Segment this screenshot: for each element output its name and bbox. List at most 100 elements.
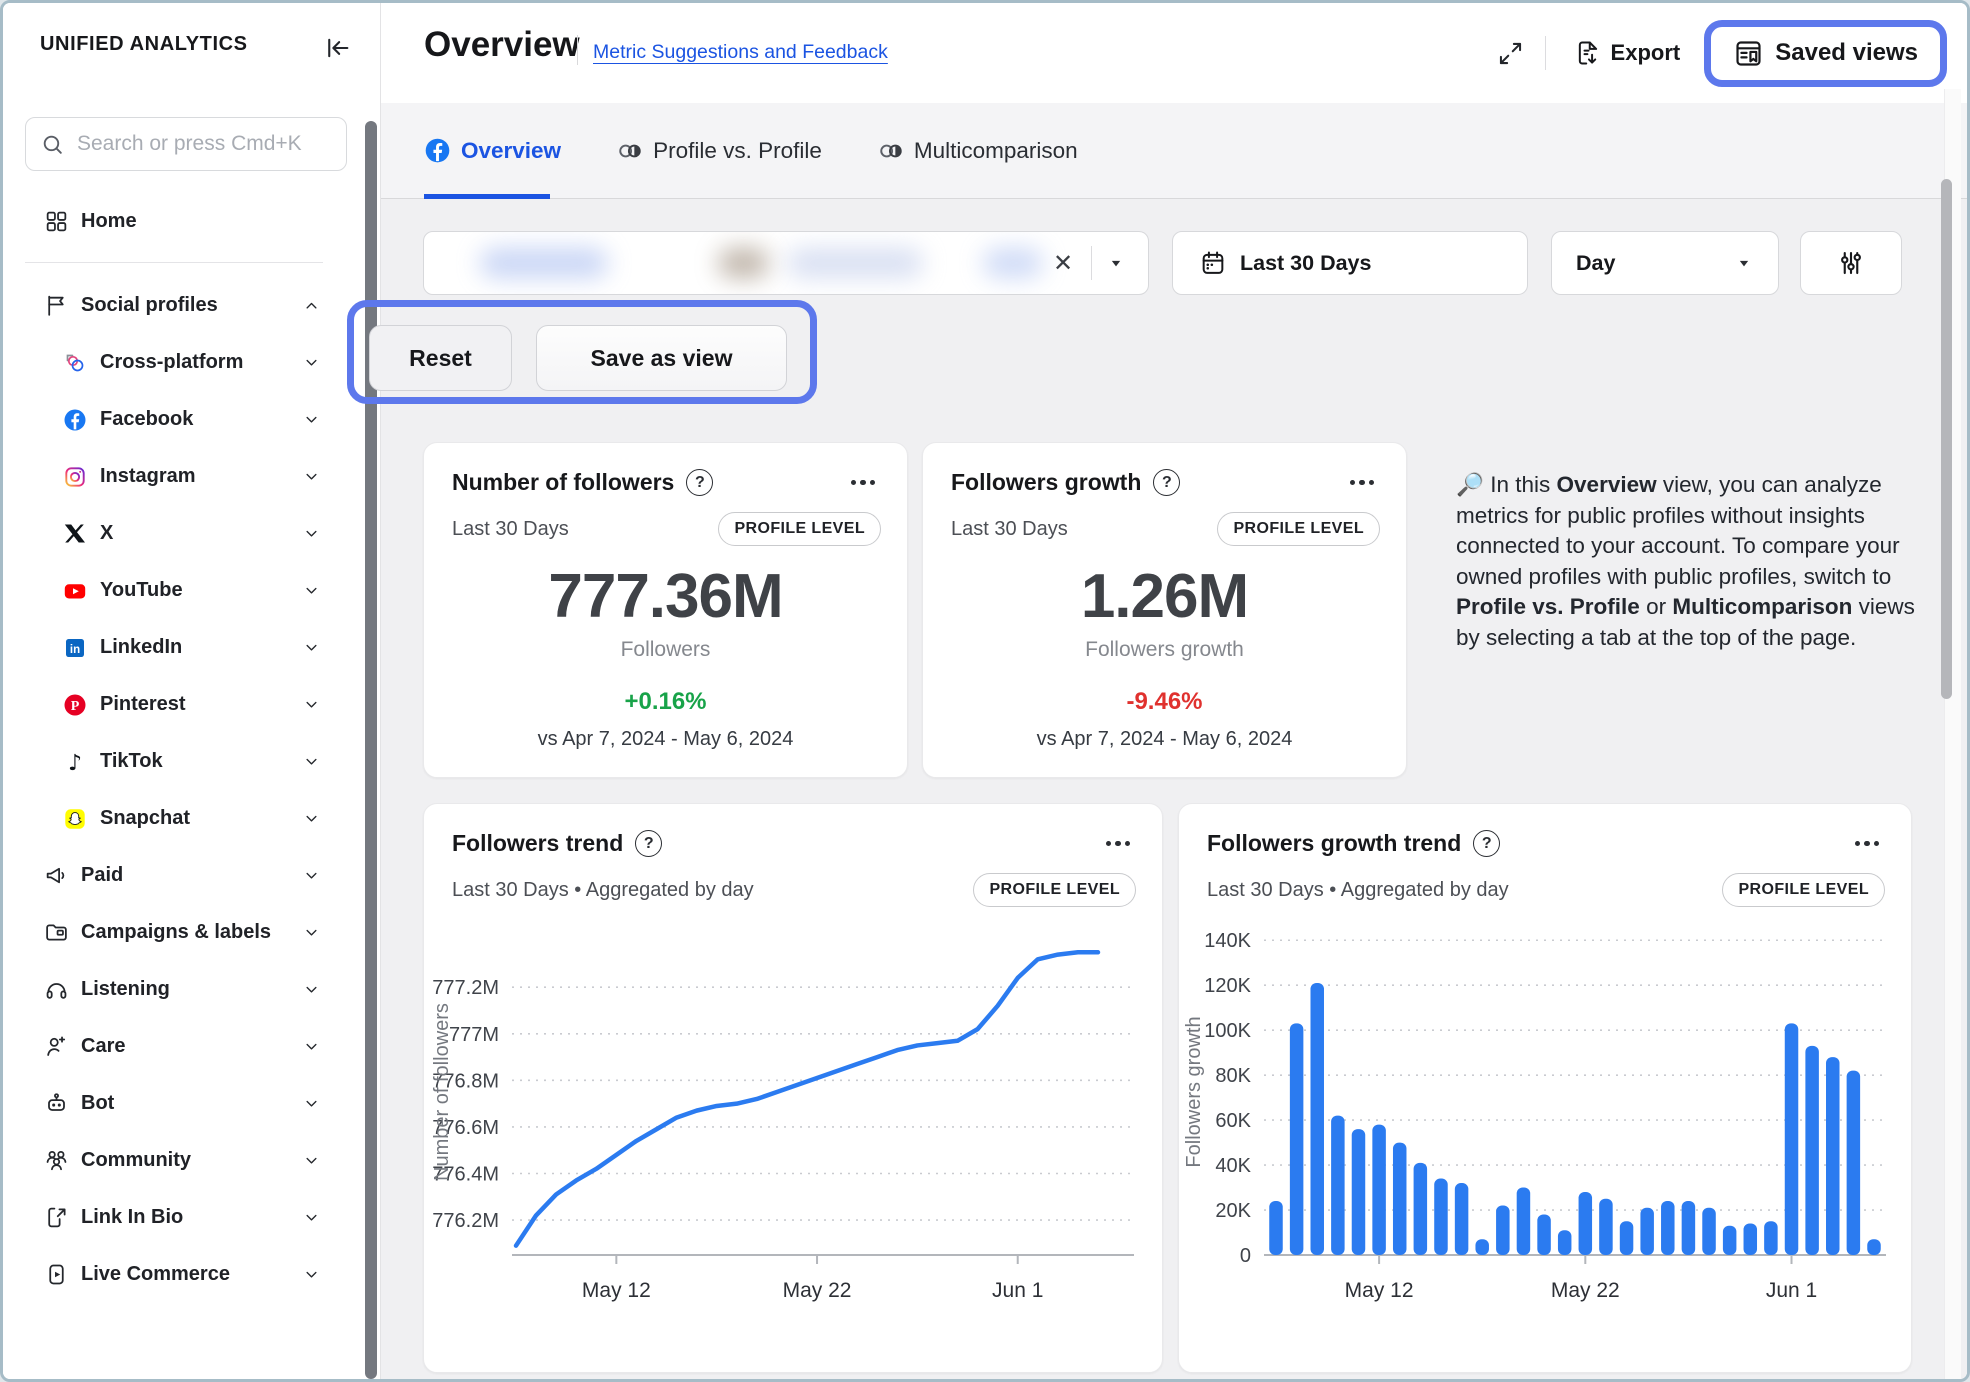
export-button[interactable]: Export xyxy=(1564,33,1691,73)
card-title: Followers trend xyxy=(452,830,623,857)
profile-level-badge: PROFILE LEVEL xyxy=(718,512,881,546)
sidebar-item-label: Cross-platform xyxy=(100,351,243,374)
chevron-down-icon[interactable] xyxy=(301,695,321,715)
card-title: Followers growth xyxy=(951,469,1141,496)
svg-text:120K: 120K xyxy=(1204,975,1251,997)
chevron-down-icon[interactable] xyxy=(301,980,321,1000)
sidebar-item-link-in-bio[interactable]: Link In Bio xyxy=(3,1189,347,1246)
main-panel: Overview Metric Suggestions and Feedback… xyxy=(380,3,1967,1379)
chevron-down-icon[interactable] xyxy=(301,1208,321,1228)
sidebar-item-community[interactable]: Community xyxy=(3,1132,347,1189)
expand-icon[interactable] xyxy=(1491,33,1531,73)
chevron-down-icon[interactable] xyxy=(301,809,321,829)
chevron-down-icon[interactable] xyxy=(301,410,321,430)
sidebar-item-facebook[interactable]: Facebook xyxy=(3,391,347,448)
profile-level-badge: PROFILE LEVEL xyxy=(1722,873,1885,907)
sidebar-item-x[interactable]: X xyxy=(3,505,347,562)
svg-text:in: in xyxy=(70,643,80,655)
chevron-down-icon[interactable] xyxy=(301,467,321,487)
clear-selection-icon[interactable]: ✕ xyxy=(1043,245,1083,282)
sidebar-item-youtube[interactable]: YouTube xyxy=(3,562,347,619)
chevron-down-icon[interactable] xyxy=(301,353,321,373)
sidebar-item-pinterest[interactable]: PPinterest xyxy=(3,676,347,733)
date-range-button[interactable]: Last 30 Days xyxy=(1172,231,1528,295)
chevron-down-icon[interactable] xyxy=(301,1151,321,1171)
profile-dropdown-caret-icon[interactable] xyxy=(1100,249,1132,277)
sidebar-item-social-profiles[interactable]: Social profiles xyxy=(3,277,347,334)
card-menu-icon[interactable] xyxy=(1344,474,1381,492)
sidebar-item-label: Paid xyxy=(81,864,123,887)
collapse-sidebar-icon[interactable] xyxy=(321,31,355,65)
search-input[interactable] xyxy=(25,117,347,171)
folder-icon xyxy=(43,920,69,946)
chevron-down-icon[interactable] xyxy=(301,923,321,943)
sidebar-item-instagram[interactable]: Instagram xyxy=(3,448,347,505)
sidebar-item-label: Snapchat xyxy=(100,807,190,830)
sidebar-item-label: Campaigns & labels xyxy=(81,921,271,944)
help-icon[interactable]: ? xyxy=(635,830,662,857)
tab-profile-vs-profile[interactable]: Profile vs. Profile xyxy=(617,138,822,164)
profile-selector[interactable]: ✕ xyxy=(423,231,1149,295)
sidebar-item-label: Care xyxy=(81,1035,125,1058)
chevron-down-icon[interactable] xyxy=(301,866,321,886)
granularity-select[interactable]: Day xyxy=(1551,231,1779,295)
tab-overview[interactable]: Overview xyxy=(424,137,561,164)
sidebar-item-care[interactable]: Care xyxy=(3,1018,347,1075)
saved-views-icon xyxy=(1733,38,1764,69)
sidebar-item-listening[interactable]: Listening xyxy=(3,961,347,1018)
chevron-down-icon[interactable] xyxy=(301,1037,321,1057)
svg-text:0: 0 xyxy=(1240,1245,1251,1267)
tab-multicomparison[interactable]: Multicomparison xyxy=(878,138,1078,164)
saved-views-button[interactable]: Saved views xyxy=(1704,20,1947,87)
svg-text:777.2M: 777.2M xyxy=(432,977,499,999)
chevron-down-icon[interactable] xyxy=(301,638,321,658)
sidebar-scrollbar[interactable] xyxy=(365,121,377,1379)
followers-trend-line-chart[interactable]: 776.2M776.4M776.6M776.8M777M777.2MNumber… xyxy=(424,915,1162,1335)
headphones-icon xyxy=(43,977,69,1003)
sidebar-item-bot[interactable]: Bot xyxy=(3,1075,347,1132)
sidebar-item-snapchat[interactable]: Snapchat xyxy=(3,790,347,847)
reset-button[interactable]: Reset xyxy=(369,325,512,391)
sidebar-item-live-commerce[interactable]: Live Commerce xyxy=(3,1246,347,1303)
chevron-down-icon[interactable] xyxy=(301,524,321,544)
sidebar-item-campaigns-labels[interactable]: Campaigns & labels xyxy=(3,904,347,961)
help-icon[interactable]: ? xyxy=(1153,469,1180,496)
save-as-view-label: Save as view xyxy=(591,345,733,372)
card-followers-growth-trend: Followers growth trend ? Last 30 Days • … xyxy=(1178,803,1912,1373)
sidebar-item-label: Home xyxy=(81,210,137,233)
search-icon xyxy=(40,132,65,157)
page-header: Overview Metric Suggestions and Feedback… xyxy=(381,3,1967,103)
chevron-up-icon[interactable] xyxy=(301,296,321,316)
chart-settings-button[interactable] xyxy=(1800,231,1902,295)
sidebar-item-cross-platform[interactable]: Cross-platform xyxy=(3,334,347,391)
sidebar-item-paid[interactable]: Paid xyxy=(3,847,347,904)
save-as-view-button[interactable]: Save as view xyxy=(536,325,787,391)
search-field[interactable] xyxy=(75,131,350,157)
page-scrollbar-track[interactable] xyxy=(1944,89,1961,1379)
card-menu-icon[interactable] xyxy=(845,474,882,492)
metric-suggestions-link[interactable]: Metric Suggestions and Feedback xyxy=(593,41,888,64)
chevron-down-icon[interactable] xyxy=(301,1265,321,1285)
phone-arrow-icon xyxy=(43,1205,69,1231)
flag-icon xyxy=(43,293,69,319)
svg-text:40K: 40K xyxy=(1215,1155,1251,1177)
tab-label: Profile vs. Profile xyxy=(653,138,822,164)
chevron-down-icon[interactable] xyxy=(301,1094,321,1114)
help-icon[interactable]: ? xyxy=(1473,830,1500,857)
help-icon[interactable]: ? xyxy=(686,469,713,496)
svg-text:May 12: May 12 xyxy=(582,1279,651,1302)
card-menu-icon[interactable] xyxy=(1849,835,1886,853)
tab-label: Multicomparison xyxy=(914,138,1078,164)
grid-icon xyxy=(43,209,69,235)
sidebar-item-tiktok[interactable]: ♪TikTok xyxy=(3,733,347,790)
sidebar-item-linkedin[interactable]: inLinkedIn xyxy=(3,619,347,676)
followers-growth-bar-chart[interactable]: 020K40K60K80K100K120K140KFollowers growt… xyxy=(1179,915,1911,1335)
sidebar-item-home[interactable]: Home xyxy=(3,193,347,250)
sidebar-divider xyxy=(25,262,323,263)
chevron-down-icon[interactable] xyxy=(301,581,321,601)
x-logo-icon xyxy=(62,521,88,547)
chevron-down-icon[interactable] xyxy=(301,752,321,772)
page-scrollbar-thumb[interactable] xyxy=(1941,179,1952,699)
card-menu-icon[interactable] xyxy=(1100,835,1137,853)
svg-text:Number of followers: Number of followers xyxy=(431,1003,453,1181)
